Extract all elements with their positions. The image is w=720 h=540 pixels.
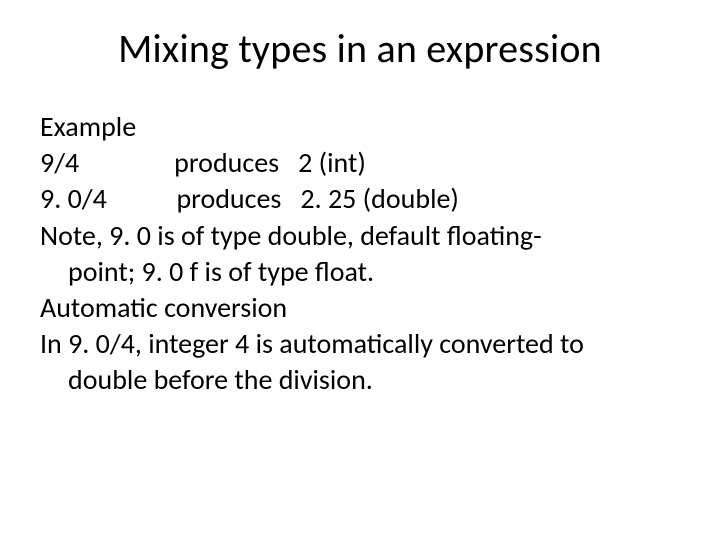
verb: produces (174, 145, 279, 180)
auto-conversion-label: Automatic conversion (40, 290, 680, 326)
example-row: 9/4 produces 2 (int) (40, 145, 680, 181)
verb: produces (176, 181, 281, 216)
expr: 9. 0/4 (40, 181, 107, 216)
example-row: 9. 0/4 produces 2. 25 (double) (40, 181, 680, 217)
example-label: Example (40, 109, 680, 145)
auto-conversion-line: In 9. 0/4, integer 4 is automatically co… (40, 326, 680, 362)
note-line: Note, 9. 0 is of type double, default fl… (40, 218, 680, 254)
slide-title: Mixing types in an expression (40, 24, 680, 73)
expr: 9/4 (40, 145, 79, 180)
note-line-cont: point; 9. 0 f is of type float. (40, 254, 680, 290)
result: 2. 25 (double) (300, 181, 459, 216)
slide-body: Example 9/4 produces 2 (int) 9. 0/4 prod… (40, 109, 680, 398)
slide: Mixing types in an expression Example 9/… (0, 0, 720, 540)
result: 2 (int) (298, 145, 366, 180)
auto-conversion-line-cont: double before the division. (40, 362, 680, 398)
